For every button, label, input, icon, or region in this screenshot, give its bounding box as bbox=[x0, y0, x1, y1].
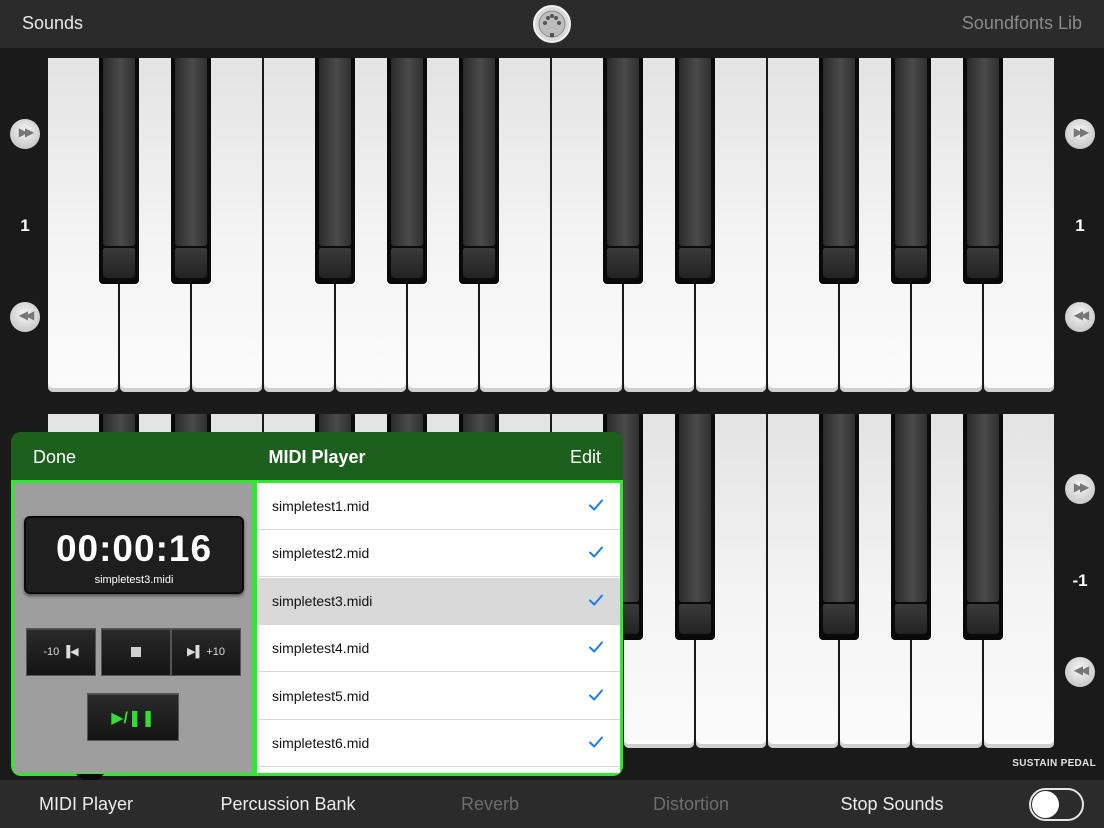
midi-connector-icon[interactable] bbox=[533, 5, 571, 43]
skip-back-10-button[interactable]: -10 ▐◀ bbox=[26, 628, 96, 676]
octave-down-left-top-button[interactable]: ◀◀ bbox=[10, 302, 40, 332]
stop-button[interactable] bbox=[101, 628, 171, 676]
black-key[interactable] bbox=[603, 58, 643, 284]
play-pause-button[interactable]: ▶/❚❚ bbox=[87, 693, 179, 741]
black-key[interactable] bbox=[819, 414, 859, 640]
rewind-icon: ◀◀ bbox=[1073, 308, 1089, 322]
checkmark-icon bbox=[589, 594, 603, 606]
file-name: simpletest6.mid bbox=[272, 735, 370, 751]
octave-up-right-bottom-button[interactable]: ▶▶ bbox=[1065, 474, 1095, 504]
file-row[interactable]: simpletest6.mid bbox=[257, 720, 620, 767]
checkmark-icon bbox=[589, 641, 603, 653]
bottom-toolbar: MIDI Player Percussion Bank Reverb Distorti… bbox=[0, 780, 1104, 828]
transport-panel: 00:00:16 simpletest3.midi -10 ▐◀ ▶▌ +10 … bbox=[14, 483, 252, 773]
file-row[interactable]: simpletest4.mid bbox=[257, 625, 620, 673]
edit-button[interactable]: Edit bbox=[570, 447, 601, 468]
checkmark-icon bbox=[589, 499, 603, 511]
black-key[interactable] bbox=[891, 414, 931, 640]
sounds-button[interactable]: Sounds bbox=[22, 13, 83, 34]
octave-up-left-top-button[interactable]: ▶▶ bbox=[10, 119, 40, 149]
upper-keyboard[interactable] bbox=[48, 58, 1056, 392]
black-key[interactable] bbox=[963, 58, 1003, 284]
play-pause-icon: ▶/❚❚ bbox=[111, 710, 155, 727]
octave-left-top: 1 bbox=[20, 216, 30, 235]
percussion-bank-tab[interactable]: Percussion Bank bbox=[208, 794, 368, 815]
octave-down-right-bottom-button[interactable]: ◀◀ bbox=[1065, 657, 1095, 687]
checkmark-icon bbox=[589, 689, 603, 701]
stop-sounds-button[interactable]: Stop Sounds bbox=[822, 794, 962, 815]
octave-up-right-top-button[interactable]: ▶▶ bbox=[1065, 119, 1095, 149]
octave-down-right-top-button[interactable]: ◀◀ bbox=[1065, 302, 1095, 332]
checkmark-icon bbox=[589, 546, 603, 558]
fast-forward-icon: ▶▶ bbox=[1073, 480, 1089, 494]
file-name: simpletest1.mid bbox=[272, 498, 370, 514]
skip-forward-icon: ▶▌ bbox=[187, 646, 204, 658]
popover-body: 00:00:16 simpletest3.midi -10 ▐◀ ▶▌ +10 … bbox=[11, 480, 623, 776]
distortion-tab[interactable]: Distortion bbox=[626, 794, 756, 815]
rewind-icon: ◀◀ bbox=[1073, 663, 1089, 677]
black-key[interactable] bbox=[387, 58, 427, 284]
fast-forward-icon: ▶▶ bbox=[1073, 125, 1089, 139]
sustain-pedal-label[interactable]: SUSTAIN PEDAL bbox=[1000, 758, 1096, 769]
fast-forward-icon: ▶▶ bbox=[18, 125, 34, 139]
skip-back-icon: ▐◀ bbox=[62, 646, 79, 658]
file-row[interactable]: simpletest5.mid bbox=[257, 673, 620, 720]
black-key[interactable] bbox=[459, 58, 499, 284]
rewind-icon: ◀◀ bbox=[18, 308, 34, 322]
reverb-tab[interactable]: Reverb bbox=[425, 794, 555, 815]
midi-file-list[interactable]: simpletest1.mid simpletest2.mid simpletest… bbox=[257, 483, 620, 773]
file-row[interactable]: simpletest3.midi bbox=[257, 577, 620, 625]
black-key[interactable] bbox=[99, 58, 139, 284]
sustain-toggle[interactable] bbox=[1029, 788, 1084, 821]
popover-title: MIDI Player bbox=[268, 447, 366, 467]
black-key[interactable] bbox=[675, 414, 715, 640]
soundfonts-lib-button[interactable]: Soundfonts Lib bbox=[962, 13, 1082, 34]
checkmark-icon bbox=[589, 736, 603, 748]
black-key[interactable] bbox=[171, 58, 211, 284]
file-row[interactable]: simpletest1.mid bbox=[257, 483, 620, 530]
black-key[interactable] bbox=[891, 58, 931, 284]
octave-right-bottom: -1 bbox=[1072, 571, 1088, 590]
app-root: Sounds Soundfonts Lib ▶▶ 1 ◀◀ ▶▶ 1 ◀◀ ▶▶… bbox=[0, 0, 1104, 828]
popover-header: Done MIDI Player Edit bbox=[11, 432, 623, 480]
file-name: simpletest4.mid bbox=[272, 640, 370, 657]
stop-icon bbox=[131, 647, 141, 657]
file-name: simpletest3.midi bbox=[272, 592, 373, 609]
skip-forward-10-button[interactable]: ▶▌ +10 bbox=[171, 628, 241, 676]
black-key[interactable] bbox=[963, 414, 1003, 640]
octave-right-top: 1 bbox=[1075, 216, 1085, 235]
file-row[interactable]: simpletest2.mid bbox=[257, 530, 620, 578]
time-display: 00:00:16 simpletest3.midi bbox=[24, 516, 244, 594]
black-key[interactable] bbox=[819, 58, 859, 284]
midi-player-popover: Done MIDI Player Edit 00:00:16 simpletes… bbox=[11, 432, 623, 776]
midi-player-tab[interactable]: MIDI Player bbox=[26, 794, 146, 815]
current-file-name: simpletest3.midi bbox=[94, 574, 174, 586]
elapsed-time: 00:00:16 bbox=[55, 528, 213, 569]
file-name: simpletest5.mid bbox=[272, 687, 370, 704]
top-bar: Sounds Soundfonts Lib bbox=[0, 0, 1104, 48]
black-key[interactable] bbox=[315, 58, 355, 284]
toggle-knob bbox=[1032, 791, 1059, 818]
file-name: simpletest2.mid bbox=[272, 545, 370, 562]
black-key[interactable] bbox=[675, 58, 715, 284]
